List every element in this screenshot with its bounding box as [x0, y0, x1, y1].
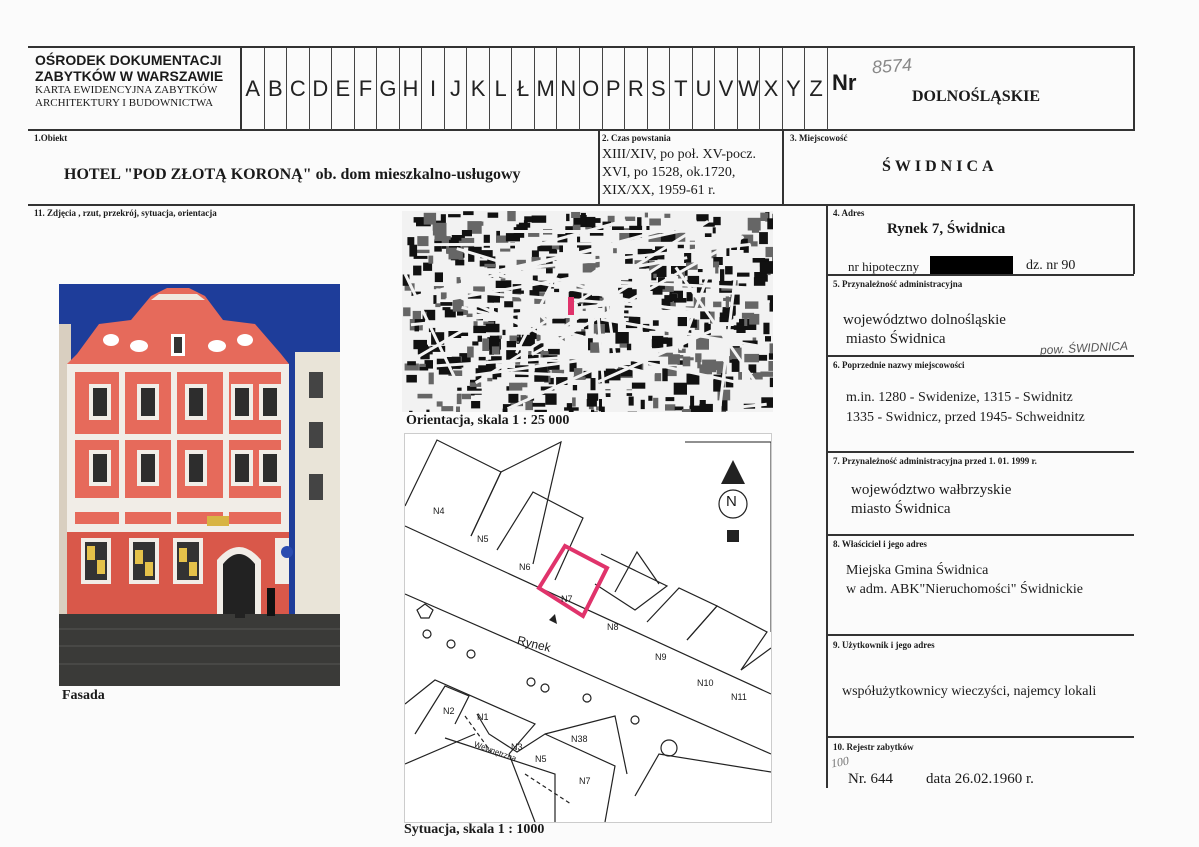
letter-cell: H [400, 48, 423, 130]
letter-cell: N [557, 48, 580, 130]
parcel-label: N6 [519, 562, 531, 572]
admin99-line-2: miasto Świdnica [851, 501, 951, 517]
letter-cell: I [422, 48, 445, 130]
letter-cell: A [242, 48, 265, 130]
nr-handwritten: 8574 [871, 54, 913, 78]
fasada-caption: Fasada [62, 688, 105, 703]
wlasciciel-label: 8. Właściciel i jego adres [833, 539, 927, 549]
letter-cell: K [467, 48, 490, 130]
letter-cell: X [760, 48, 783, 130]
parcel-label: N5 [535, 754, 547, 764]
alphabet-index: ABCDEFGHIJKLŁMNOPRSTUVWXYZ [240, 48, 828, 130]
letter-cell: L [490, 48, 513, 130]
letter-cell: U [693, 48, 716, 130]
letter-cell: Ł [512, 48, 535, 130]
parcel-label: N7 [561, 594, 573, 604]
admin99-line-1: województwo wałbrzyskie [851, 482, 1012, 498]
parcel-label: N10 [697, 678, 714, 688]
site-plan: N Rynek Wewnętrzna N4 N5 N6 N7 N8 N9 N10 N11 N2 N… [404, 433, 772, 823]
dz-value: dz. nr 90 [1026, 258, 1076, 273]
uzytkownik-value: współużytkownicy wieczyści, najemcy loka… [842, 684, 1097, 699]
orientacja-caption: Orientacja, skala 1 : 25 000 [406, 413, 570, 428]
letter-cell: V [715, 48, 738, 130]
miejscowosc-value: ŚWIDNICA [882, 158, 998, 175]
letter-cell: F [355, 48, 378, 130]
redacted-block [930, 256, 1013, 274]
letter-cell: M [535, 48, 558, 130]
region-name: DOLNOŚLĄSKIE [912, 88, 1041, 105]
rejestr-handwritten: 100 [829, 753, 850, 771]
parcel-label: N9 [655, 652, 667, 662]
czas-line-2: XVI, po 1528, ok.1720, [602, 165, 736, 180]
letter-cell: E [332, 48, 355, 130]
letter-cell: S [648, 48, 671, 130]
czas-label: 2. Czas powstania [602, 133, 671, 143]
adres-value: Rynek 7, Świdnica [887, 221, 1006, 237]
parcel-label: N8 [607, 622, 619, 632]
obiekt-value: HOTEL "POD ZŁOTĄ KORONĄ" ob. dom mieszka… [64, 166, 521, 183]
adres-label: 4. Adres [833, 208, 865, 218]
letter-cell: P [603, 48, 626, 130]
card-type-line1: KARTA EWIDENCYJNA ZABYTKÓW [35, 84, 218, 96]
wlasciciel-line-2: w adm. ABK"Nieruchomości" Świdnickie [846, 582, 1083, 597]
letter-cell: O [580, 48, 603, 130]
rejestr-nr: Nr. 644 [848, 771, 893, 787]
letter-cell: R [625, 48, 648, 130]
parcel-label: N7 [579, 776, 591, 786]
orientation-map [402, 211, 773, 412]
letter-cell: C [287, 48, 310, 130]
parcel-label: N5 [477, 534, 489, 544]
wlasciciel-line-1: Miejska Gmina Świdnica [846, 563, 989, 578]
admin-line-1: województwo dolnośląskie [843, 312, 1006, 328]
admin-label: 5. Przynależność administracyjna [833, 279, 963, 289]
czas-line-1: XIII/XIV, po poł. XV-pocz. [602, 147, 756, 162]
poprzednie-label: 6. Poprzednie nazwy miejscowości [833, 360, 965, 370]
admin99-label: 7. Przynależność administracyjna przed 1… [833, 456, 1037, 466]
org-name-line1: OŚRODEK DOKUMENTACJI [35, 52, 222, 68]
letter-cell: J [445, 48, 468, 130]
letter-cell: Y [783, 48, 806, 130]
miejscowosc-label: 3. Miejscowość [790, 133, 848, 143]
sytuacja-caption: Sytuacja, skala 1 : 1000 [404, 822, 545, 837]
parcel-label: N38 [571, 734, 588, 744]
nr-label: Nr [832, 70, 857, 95]
letter-cell: W [738, 48, 761, 130]
obiekt-label: 1.Obiekt [34, 133, 68, 143]
parcel-label: N2 [443, 706, 455, 716]
poprzednie-line-1: m.in. 1280 - Swidenize, 1315 - Swidnitz [846, 390, 1073, 405]
hipoteczny-label: nr hipoteczny [848, 259, 920, 274]
facade-photo [59, 284, 340, 686]
card-type-line2: ARCHITEKTURY I BUDOWNICTWA [35, 97, 214, 109]
czas-line-3: XIX/XX, 1959-61 r. [602, 183, 716, 198]
zdjecia-label: 11. Zdjęcia , rzut, przekrój, sytuacja, … [34, 208, 217, 218]
rejestr-data: data 26.02.1960 r. [926, 771, 1034, 787]
admin-line-2: miasto Świdnica [846, 331, 946, 347]
letter-cell: T [670, 48, 693, 130]
uzytkownik-label: 9. Użytkownik i jego adres [833, 640, 935, 650]
north-label: N [726, 493, 737, 510]
parcel-label: N3 [511, 742, 523, 752]
parcel-label: N1 [477, 712, 489, 722]
letter-cell: G [377, 48, 400, 130]
org-name-line2: ZABYTKÓW W WARSZAWIE [35, 68, 224, 84]
letter-cell: D [310, 48, 333, 130]
rejestr-label: 10. Rejestr zabytków [833, 742, 914, 752]
parcel-label: N11 [731, 692, 747, 702]
letter-cell: B [265, 48, 288, 130]
parcel-label: N4 [433, 506, 445, 516]
poprzednie-line-2: 1335 - Swidnicz, przed 1945- Schweidnitz [846, 410, 1085, 425]
letter-cell: Z [805, 48, 828, 130]
